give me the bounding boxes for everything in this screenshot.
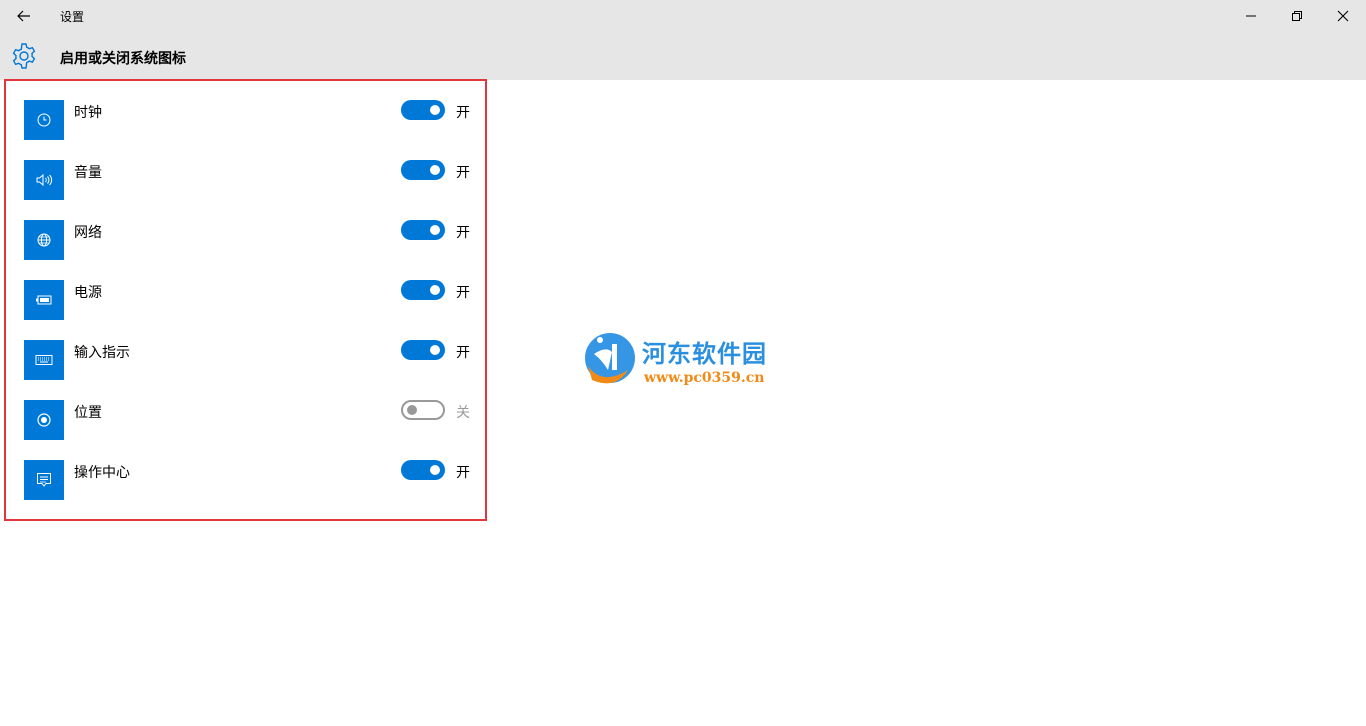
watermark-logo bbox=[585, 333, 635, 384]
gear-icon bbox=[12, 43, 36, 69]
setting-label: 电源 bbox=[74, 285, 102, 301]
back-arrow-icon bbox=[17, 10, 30, 22]
toggle-knob bbox=[430, 465, 440, 475]
minimize-icon bbox=[1246, 15, 1256, 17]
toggle-knob bbox=[430, 105, 440, 115]
restore-icon bbox=[1292, 11, 1302, 21]
setting-row-clock: 时钟 开 bbox=[24, 100, 484, 160]
toggle-knob bbox=[430, 225, 440, 235]
toggle-state-text: 开 bbox=[456, 225, 470, 241]
toggle-state-text: 开 bbox=[456, 165, 470, 181]
window-title: 设置 bbox=[60, 10, 85, 24]
battery-icon bbox=[36, 295, 52, 305]
location-toggle[interactable] bbox=[401, 400, 445, 420]
globe-icon bbox=[37, 233, 51, 247]
clock-icon bbox=[37, 113, 51, 127]
toggle-knob bbox=[430, 285, 440, 295]
setting-row-input-indicator: 输入指示 开 bbox=[24, 340, 484, 400]
page-header: 启用或关闭系统图标 bbox=[0, 32, 1366, 80]
toggle-state-text: 关 bbox=[456, 405, 470, 421]
title-bar: 设置 bbox=[0, 0, 1366, 32]
keyboard-icon bbox=[35, 355, 53, 365]
toggle-state-text: 开 bbox=[456, 105, 470, 121]
clock-tile bbox=[24, 100, 64, 140]
setting-label: 输入指示 bbox=[74, 345, 130, 361]
setting-label: 位置 bbox=[74, 405, 102, 421]
location-icon bbox=[37, 413, 51, 427]
back-button[interactable] bbox=[8, 2, 40, 30]
close-button[interactable] bbox=[1320, 0, 1366, 32]
minimize-button[interactable] bbox=[1228, 0, 1274, 32]
setting-row-action-center: 操作中心 开 bbox=[24, 460, 484, 520]
setting-label: 操作中心 bbox=[74, 465, 130, 481]
watermark-name: 河东软件园 bbox=[642, 339, 767, 368]
toggle-knob bbox=[407, 405, 417, 415]
volume-icon bbox=[36, 173, 53, 187]
toggle-knob bbox=[430, 345, 440, 355]
watermark: 河东软件园 www.pc0359.cn bbox=[582, 330, 782, 390]
network-tile bbox=[24, 220, 64, 260]
volume-toggle[interactable] bbox=[401, 160, 445, 180]
action-center-toggle[interactable] bbox=[401, 460, 445, 480]
setting-row-location: 位置 关 bbox=[24, 400, 484, 460]
input-indicator-tile bbox=[24, 340, 64, 380]
setting-label: 时钟 bbox=[74, 105, 102, 121]
setting-row-volume: 音量 开 bbox=[24, 160, 484, 220]
toggle-state-text: 开 bbox=[456, 345, 470, 361]
close-icon bbox=[1337, 10, 1349, 22]
toggle-state-text: 开 bbox=[456, 285, 470, 301]
setting-row-power: 电源 开 bbox=[24, 280, 484, 340]
input-indicator-toggle[interactable] bbox=[401, 340, 445, 360]
setting-label: 音量 bbox=[74, 165, 102, 181]
power-tile bbox=[24, 280, 64, 320]
volume-tile bbox=[24, 160, 64, 200]
clock-toggle[interactable] bbox=[401, 100, 445, 120]
network-toggle[interactable] bbox=[401, 220, 445, 240]
location-tile bbox=[24, 400, 64, 440]
toggle-state-text: 开 bbox=[456, 465, 470, 481]
action-center-tile bbox=[24, 460, 64, 500]
setting-row-network: 网络 开 bbox=[24, 220, 484, 280]
watermark-url: www.pc0359.cn bbox=[644, 370, 765, 386]
power-toggle[interactable] bbox=[401, 280, 445, 300]
action-center-icon bbox=[37, 473, 51, 487]
page-title: 启用或关闭系统图标 bbox=[60, 51, 186, 67]
restore-button[interactable] bbox=[1274, 0, 1320, 32]
setting-label: 网络 bbox=[74, 225, 102, 241]
toggle-knob bbox=[430, 165, 440, 175]
